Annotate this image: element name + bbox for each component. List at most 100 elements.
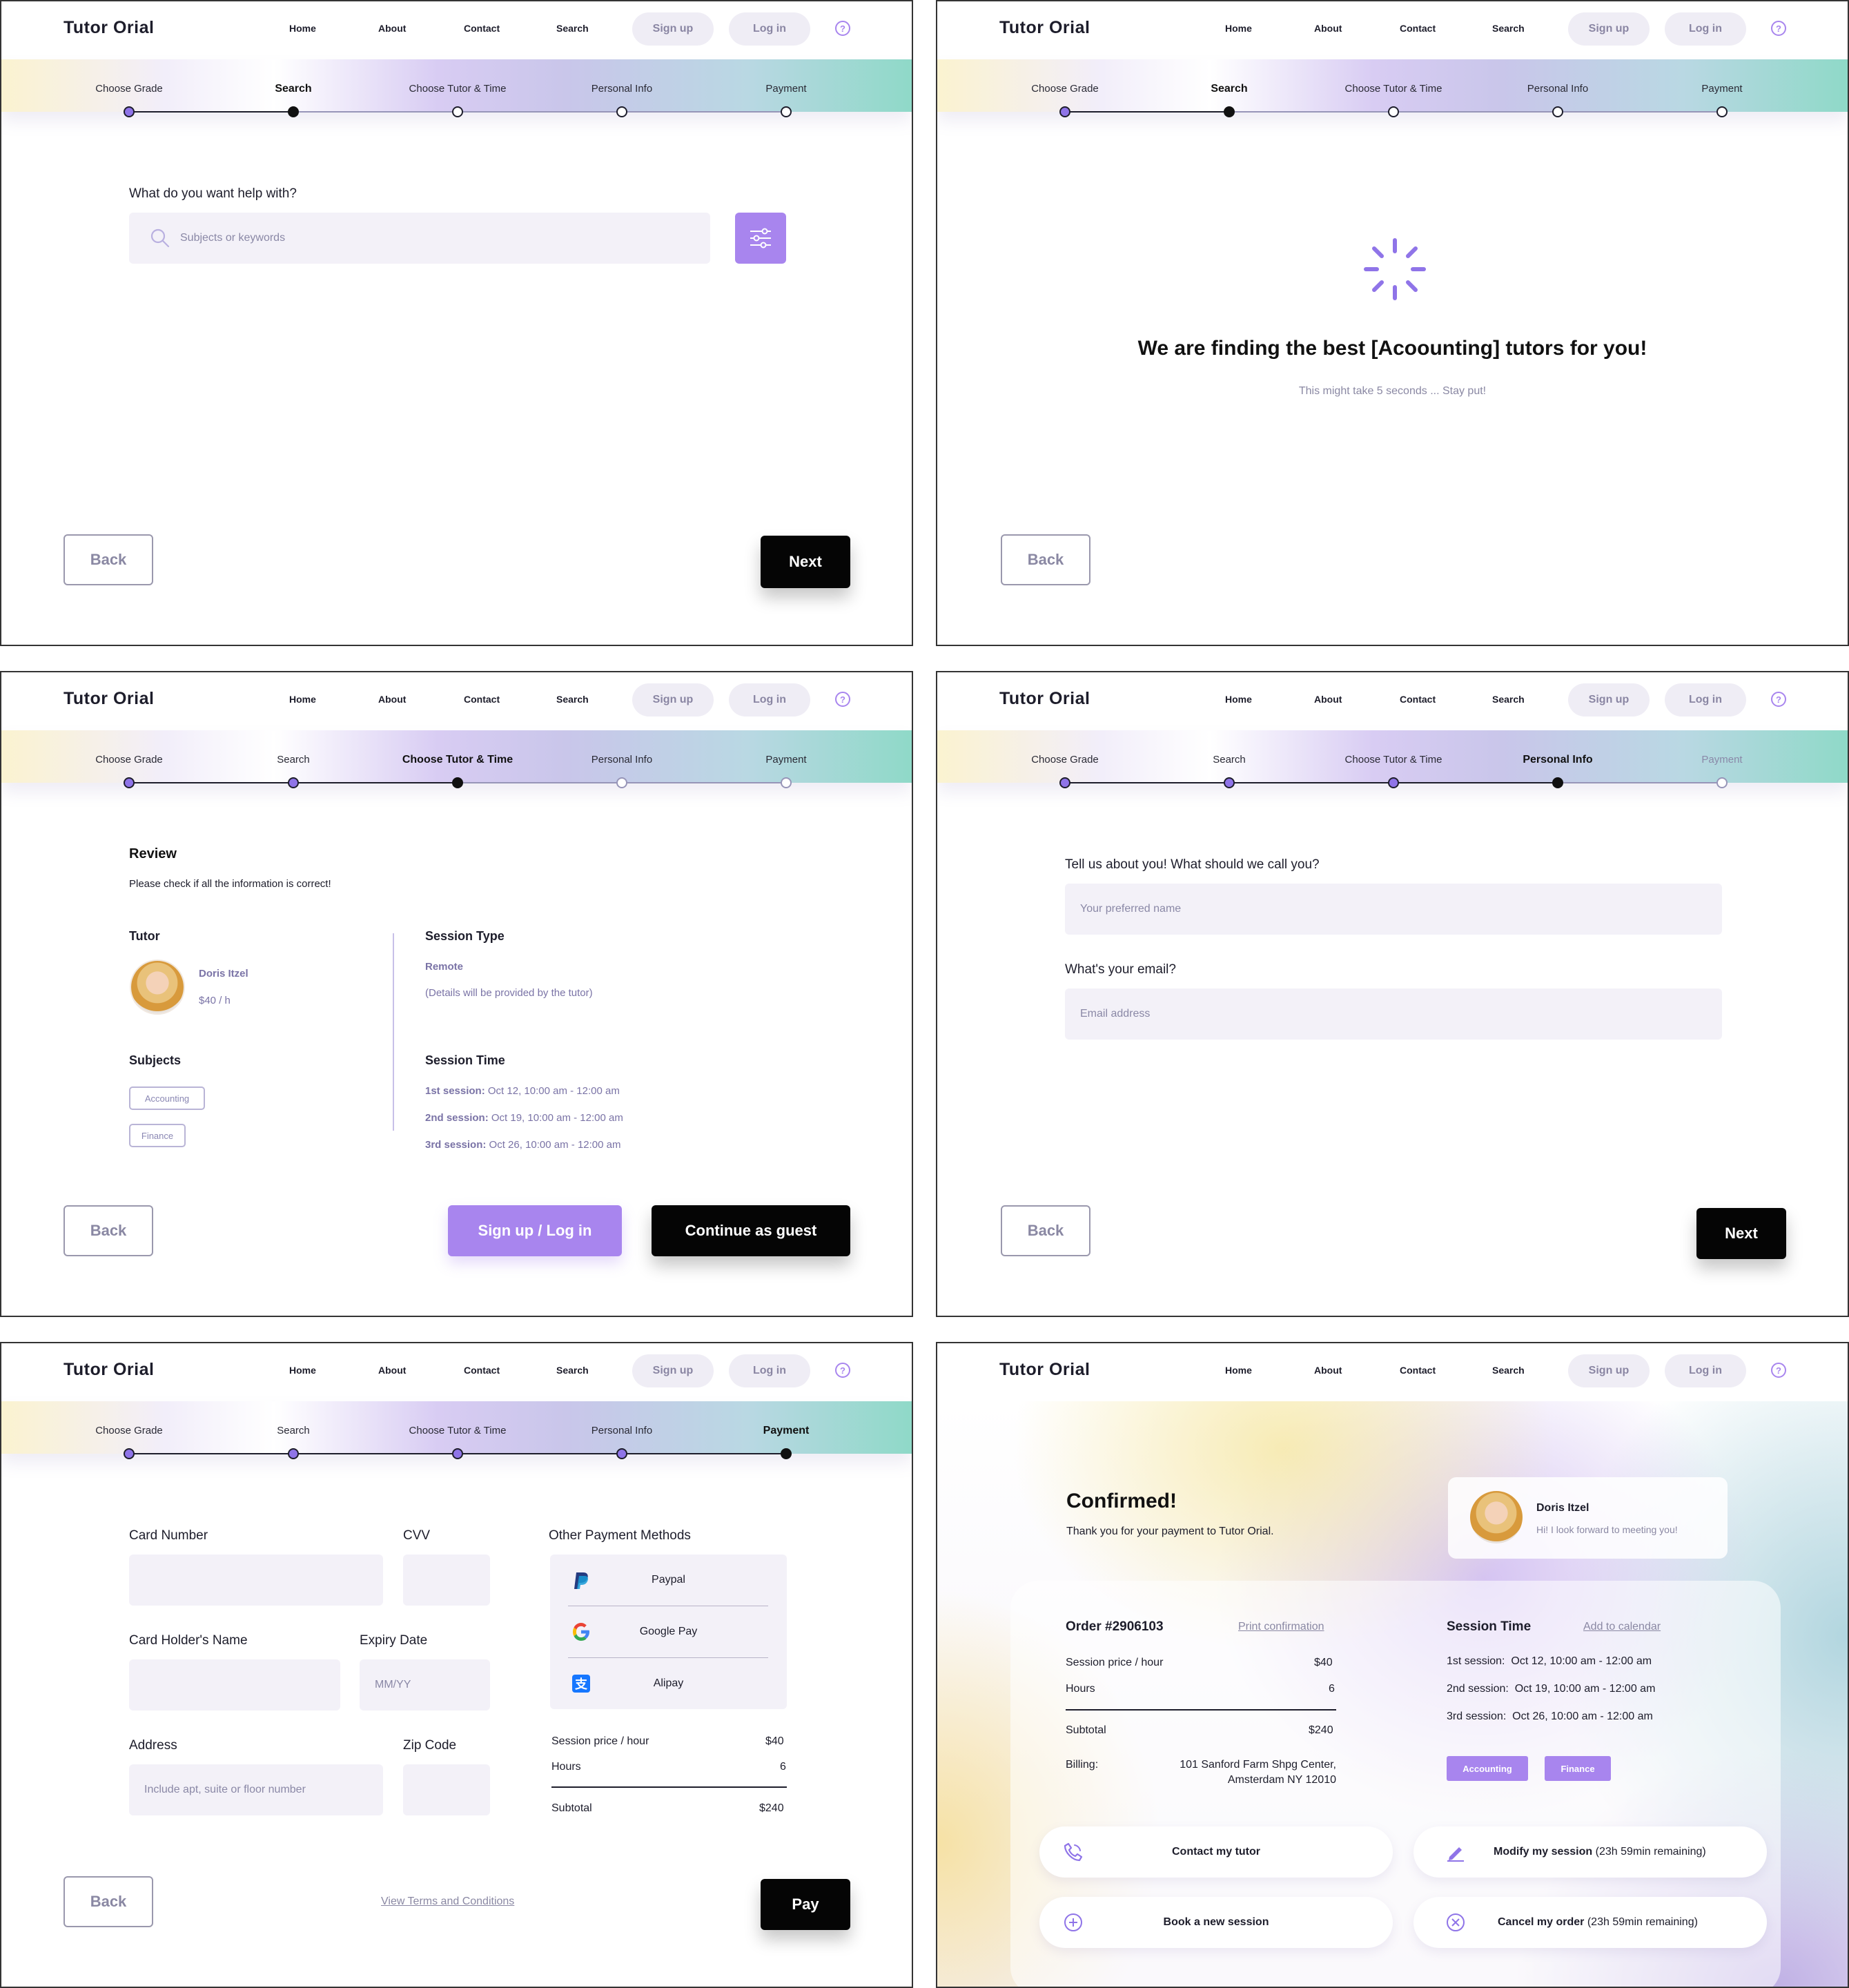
subjects-heading: Subjects (129, 1053, 182, 1067)
subtotal-value: $240 (759, 1802, 784, 1814)
paypal-option[interactable]: Paypal (550, 1555, 787, 1606)
nav-about[interactable]: About (1314, 23, 1342, 34)
nav-home[interactable]: Home (1225, 694, 1252, 705)
step-dot (616, 106, 627, 117)
continue-as-guest-button[interactable]: Continue as guest (652, 1205, 850, 1256)
log-in-button[interactable]: Log in (1665, 12, 1746, 46)
log-in-button[interactable]: Log in (729, 1354, 810, 1387)
nav-search[interactable]: Search (556, 694, 589, 705)
step-payment: Payment (763, 1425, 810, 1436)
nav-contact[interactable]: Contact (464, 1365, 500, 1376)
nav-search[interactable]: Search (556, 1365, 589, 1376)
card-number-label: Card Number (129, 1528, 208, 1543)
tutor-name[interactable]: Doris Itzel (199, 968, 248, 980)
sign-up-button[interactable]: Sign up (632, 12, 714, 46)
header: Tutor Orial Home About Contact Search Si… (937, 1343, 1848, 1401)
cancel-order-text: Cancel my order (23h 59min remaining) (1498, 1916, 1698, 1929)
sign-up-button[interactable]: Sign up (1568, 683, 1650, 717)
step-personal-info: Personal Info (591, 754, 653, 766)
back-button[interactable]: Back (1001, 534, 1090, 585)
logo[interactable]: Tutor Orial (999, 1360, 1090, 1380)
modify-session-button[interactable]: Modify my session (23h 59min remaining) (1413, 1826, 1767, 1878)
filter-button[interactable] (735, 213, 786, 264)
tutor-card[interactable]: Doris Itzel Hi! I look forward to meetin… (1448, 1477, 1728, 1559)
holder-input[interactable] (129, 1659, 340, 1711)
divider (551, 1786, 787, 1788)
sign-up-log-in-button[interactable]: Sign up / Log in (448, 1205, 622, 1256)
sign-up-button[interactable]: Sign up (632, 1354, 714, 1387)
nav-search[interactable]: Search (1492, 694, 1525, 705)
hours-label: Hours (551, 1761, 581, 1773)
nav-home[interactable]: Home (289, 694, 316, 705)
nav-contact[interactable]: Contact (1400, 23, 1436, 34)
nav-contact[interactable]: Contact (464, 694, 500, 705)
log-in-button[interactable]: Log in (1665, 683, 1746, 717)
contact-tutor-button[interactable]: Contact my tutor (1039, 1826, 1393, 1878)
help-icon[interactable]: ? (1771, 21, 1786, 36)
cvv-input[interactable] (403, 1555, 490, 1606)
nav-about[interactable]: About (1314, 1365, 1342, 1376)
help-icon[interactable]: ? (1771, 1363, 1786, 1378)
logo[interactable]: Tutor Orial (999, 18, 1090, 38)
step-dot (1716, 777, 1728, 788)
help-icon[interactable]: ? (1771, 692, 1786, 707)
step-search: Search (1213, 754, 1246, 766)
back-button[interactable]: Back (63, 1205, 153, 1256)
next-button[interactable]: Next (1696, 1208, 1786, 1259)
nav-home[interactable]: Home (1225, 1365, 1252, 1376)
add-to-calendar-link[interactable]: Add to calendar (1583, 1621, 1661, 1633)
card-number-input[interactable] (129, 1555, 383, 1606)
loading-title: We are finding the best [Acoounting] tut… (1137, 337, 1647, 360)
step-dot (1224, 106, 1235, 117)
name-input[interactable]: Your preferred name (1065, 884, 1722, 935)
nav-contact[interactable]: Contact (464, 23, 500, 34)
email-input[interactable]: Email address (1065, 988, 1722, 1040)
terms-link[interactable]: View Terms and Conditions (381, 1896, 514, 1908)
back-button[interactable]: Back (1001, 1205, 1090, 1256)
zip-input[interactable] (403, 1764, 490, 1815)
step-dot (124, 1448, 135, 1459)
next-button[interactable]: Next (761, 536, 850, 588)
nav-about[interactable]: About (378, 23, 406, 34)
nav-contact[interactable]: Contact (1400, 694, 1436, 705)
log-in-button[interactable]: Log in (729, 12, 810, 46)
search-input[interactable]: Subjects or keywords (129, 213, 710, 264)
logo[interactable]: Tutor Orial (999, 689, 1090, 709)
modify-session-note: (23h 59min remaining) (1595, 1846, 1706, 1858)
nav-search[interactable]: Search (556, 23, 589, 34)
back-button[interactable]: Back (63, 1876, 153, 1927)
logo[interactable]: Tutor Orial (63, 18, 154, 38)
nav-home[interactable]: Home (289, 1365, 316, 1376)
back-button[interactable]: Back (63, 534, 153, 585)
logo[interactable]: Tutor Orial (63, 689, 154, 709)
nav-about[interactable]: About (378, 1365, 406, 1376)
nav-search[interactable]: Search (1492, 23, 1525, 34)
step-choose-tutor: Choose Tutor & Time (409, 1425, 507, 1436)
nav-about[interactable]: About (378, 694, 406, 705)
log-in-button[interactable]: Log in (729, 683, 810, 717)
nav-home[interactable]: Home (289, 23, 316, 34)
address-input[interactable]: Include apt, suite or floor number (129, 1764, 383, 1815)
book-session-button[interactable]: Book a new session (1039, 1897, 1393, 1948)
print-confirmation-link[interactable]: Print confirmation (1238, 1621, 1324, 1633)
sign-up-button[interactable]: Sign up (1568, 1354, 1650, 1387)
help-icon[interactable]: ? (835, 692, 850, 707)
session-label: 3rd session: (425, 1139, 487, 1151)
step-choose-tutor: Choose Tutor & Time (409, 83, 507, 95)
expiry-input[interactable]: MM/YY (360, 1659, 490, 1711)
step-dot (124, 106, 135, 117)
nav-about[interactable]: About (1314, 694, 1342, 705)
alipay-option[interactable]: 支 Alipay (550, 1658, 787, 1709)
sign-up-button[interactable]: Sign up (632, 683, 714, 717)
help-icon[interactable]: ? (835, 21, 850, 36)
log-in-button[interactable]: Log in (1665, 1354, 1746, 1387)
nav-contact[interactable]: Contact (1400, 1365, 1436, 1376)
logo[interactable]: Tutor Orial (63, 1360, 154, 1380)
cancel-order-button[interactable]: Cancel my order (23h 59min remaining) (1413, 1897, 1767, 1948)
nav-search[interactable]: Search (1492, 1365, 1525, 1376)
help-icon[interactable]: ? (835, 1363, 850, 1378)
pay-button[interactable]: Pay (761, 1879, 850, 1930)
google-pay-option[interactable]: Google Pay (550, 1606, 787, 1657)
nav-home[interactable]: Home (1225, 23, 1252, 34)
sign-up-button[interactable]: Sign up (1568, 12, 1650, 46)
